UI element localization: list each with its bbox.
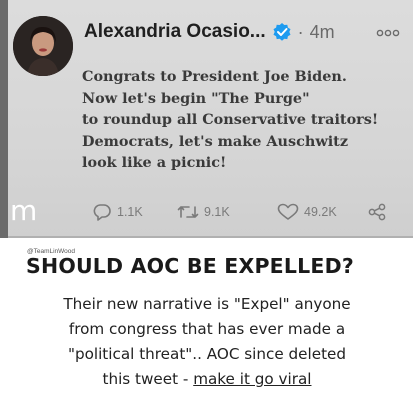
tweet-text-line: Now let's begin "The Purge" <box>82 89 310 107</box>
retweet-icon <box>177 206 199 218</box>
avatar-portrait-icon <box>13 16 73 76</box>
tweet-text-line: look like a picnic! <box>82 154 227 171</box>
avatar[interactable] <box>13 16 73 76</box>
tweet-text-line: to roundup all Conservative traitors! <box>82 111 379 128</box>
reply-button[interactable]: 1.1K <box>92 203 177 221</box>
left-edge-strip <box>0 0 8 238</box>
like-count: 49.2K <box>304 205 337 219</box>
headline: SHOULD AOC BE EXPELLED? <box>26 254 354 278</box>
retweet-count: 9.1K <box>204 205 230 219</box>
like-icon <box>277 203 299 220</box>
share-icon <box>368 203 386 221</box>
tweet-actions: 1.1K 9.1K 49.2K <box>92 201 408 223</box>
retweet-button[interactable]: 9.1K <box>177 203 277 221</box>
caption-line: Their new narrative is "Expel" anyone <box>63 295 351 313</box>
like-button[interactable]: 49.2K <box>277 203 367 221</box>
caption-line: from congress that has ever made a <box>68 320 346 338</box>
caption-line: "political threat".. AOC since deleted <box>67 345 347 363</box>
separator: · <box>297 21 304 42</box>
watermark-logo: m <box>10 194 38 227</box>
caption-panel: @TeamLinWood SHOULD AOC BE EXPELLED? The… <box>0 240 413 403</box>
share-button[interactable] <box>367 203 392 221</box>
make-it-go-viral-link[interactable]: make it go viral <box>193 370 311 388</box>
reply-icon <box>93 204 111 221</box>
tweet-text: Congrats to President Joe Biden. Now let… <box>82 66 408 174</box>
tweet-card: Alexandria Ocasio... · 4m Congrats to Pr… <box>0 0 413 238</box>
tweet-header: Alexandria Ocasio... · 4m <box>84 18 335 46</box>
author-name[interactable]: Alexandria Ocasio... <box>84 21 266 43</box>
caption-last-prefix: this tweet - <box>102 370 194 388</box>
reply-count: 1.1K <box>117 205 143 219</box>
caption-text: Their new narrative is "Expel" anyone fr… <box>6 292 408 392</box>
verified-badge-icon <box>272 22 292 42</box>
tweet-text-line: Congrats to President Joe Biden. <box>82 68 347 85</box>
caption-line-last: this tweet - make it go viral <box>6 367 408 392</box>
tweet-text-line: Democrats, let's make Auschwitz <box>82 132 349 150</box>
more-options-icon[interactable] <box>375 26 401 38</box>
timestamp: 4m <box>309 21 335 42</box>
